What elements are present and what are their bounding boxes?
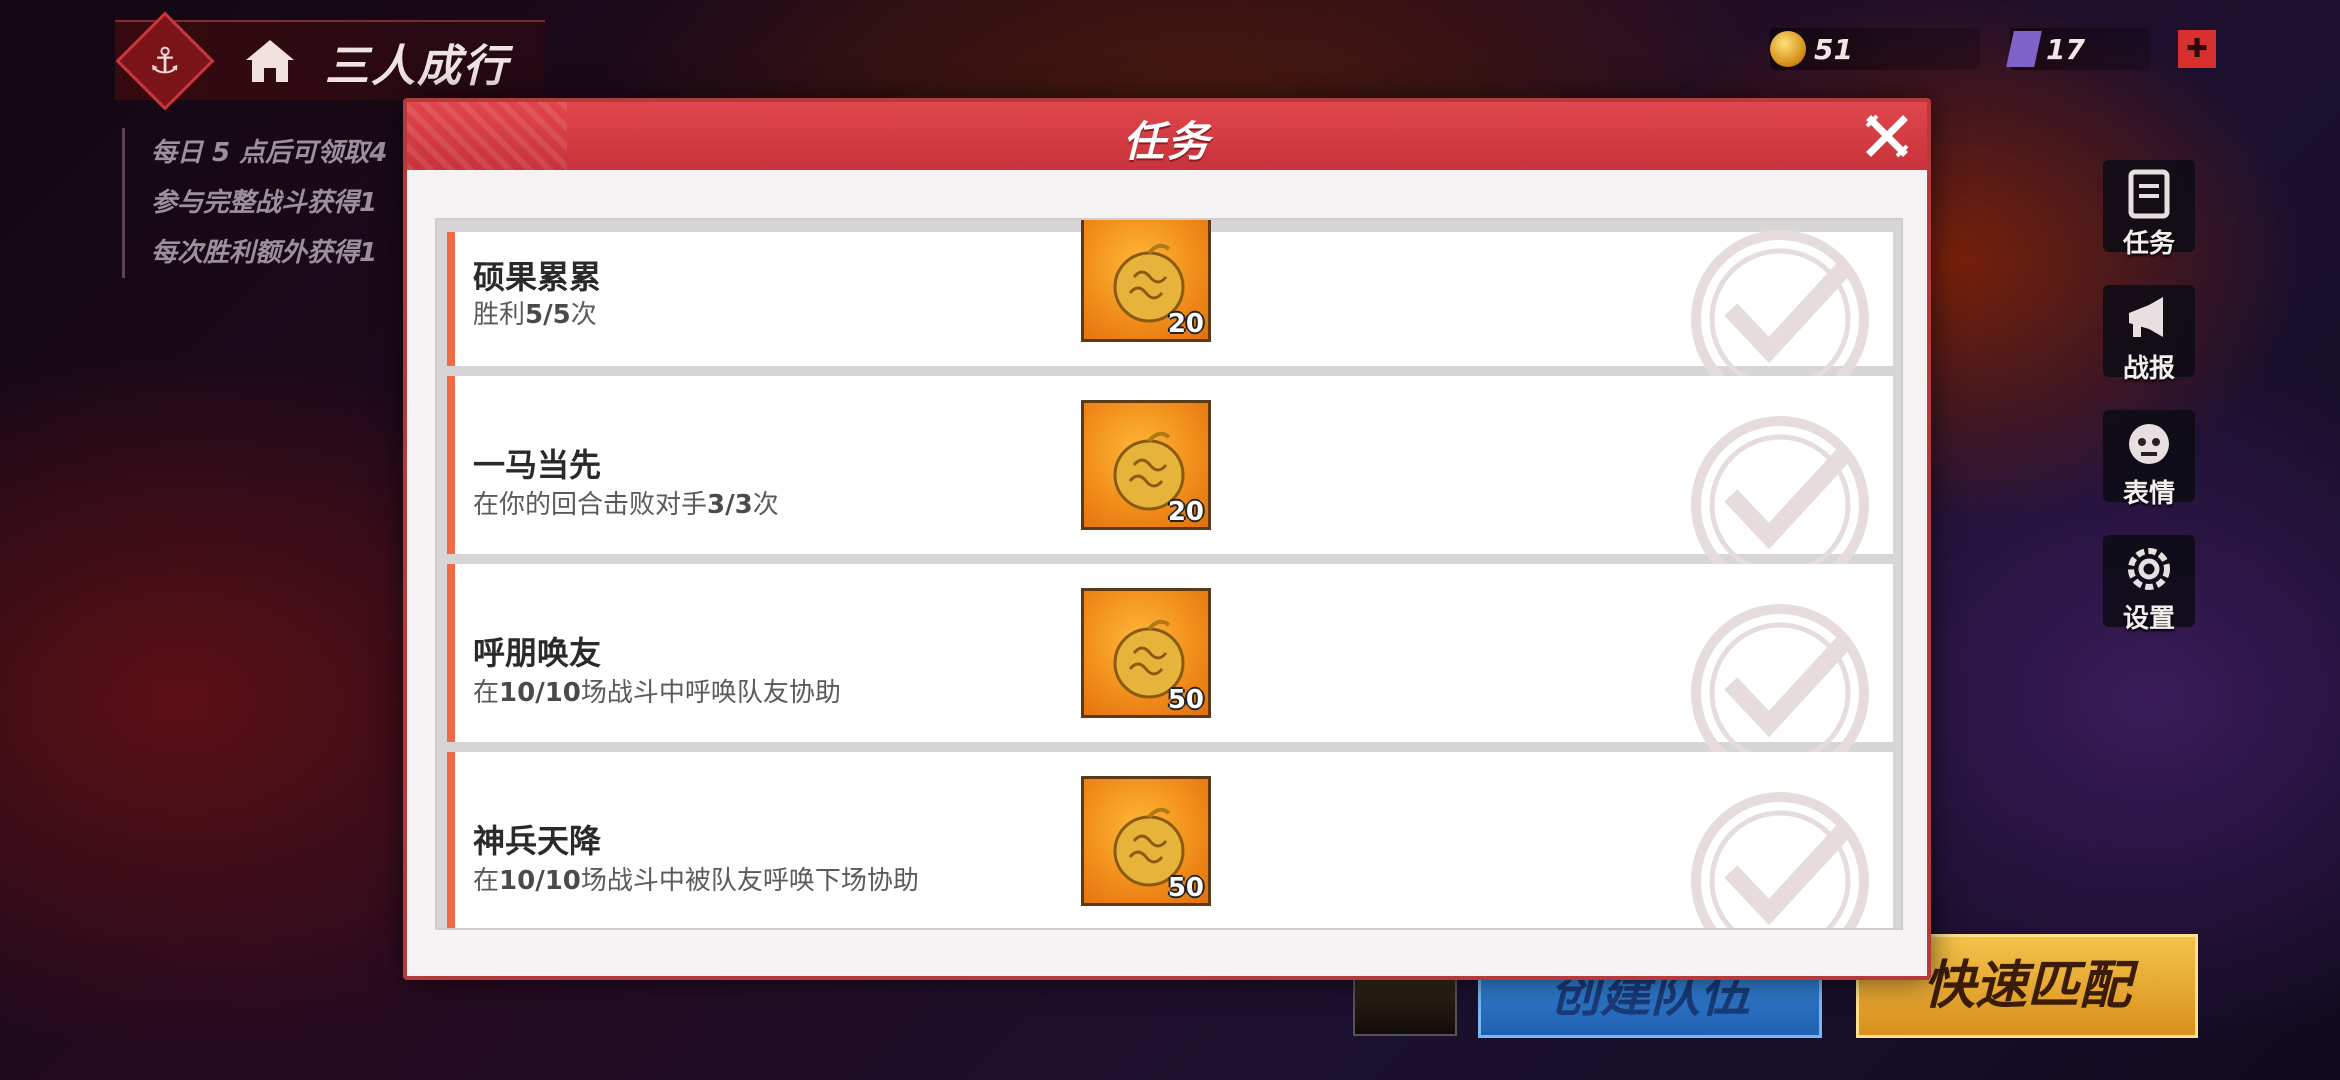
task-progress: 胜利5/5次 [473,300,597,330]
reward-quantity: 20 [1167,309,1204,339]
reward-item[interactable]: 20 [1081,400,1211,530]
mode-rules: 每日 5 点后可领取4 参与完整战斗获得1 每次胜利额外获得1 [122,128,422,278]
devil-fruit-counter[interactable]: 51 [1770,28,1980,70]
side-button-label: 设置 [2122,604,2175,634]
task-row: 一马当先 在你的回合击败对手3/3次 20 [447,376,1893,594]
guild-flag-icon[interactable]: ✚ [2178,30,2216,68]
close-icon[interactable] [1863,112,1911,160]
notebook-icon [2128,169,2170,219]
side-button-battle-report[interactable]: 战报 [2103,285,2195,384]
side-button-label: 战报 [2122,354,2175,384]
home-icon[interactable] [242,36,298,86]
devil-fruit-count: 51 [1814,32,1853,66]
modal-title: 任务 [1122,117,1211,166]
reward-quantity: 50 [1167,873,1204,903]
task-progress: 在10/10场战斗中呼唤队友协助 [473,678,841,708]
rule-line: 每日 5 点后可领取4 [151,138,388,168]
reward-quantity: 50 [1167,685,1204,715]
side-button-tasks[interactable]: 任务 [2103,160,2195,259]
side-button-settings[interactable]: 设置 [2103,535,2195,634]
emoji-skull-icon [2129,424,2169,464]
reward-quantity: 20 [1167,497,1204,527]
task-row: 硕果累累 胜利5/5次 20 [447,220,1893,408]
task-name: 呼朋唤友 [473,634,602,672]
task-row: 神兵天降 在10/10场战斗中被队友呼唤下场协助 50 [447,752,1893,928]
task-name: 一马当先 [473,446,602,484]
gem-count: 17 [2046,32,2085,66]
side-button-label: 任务 [2122,229,2175,259]
gem-counter[interactable]: 17 [2006,28,2150,70]
task-progress: 在10/10场战斗中被队友呼唤下场协助 [473,866,919,896]
completed-check-icon [1691,792,1869,928]
task-progress: 在你的回合击败对手3/3次 [473,490,779,520]
task-name: 硕果累累 [473,258,602,296]
side-button-label: 表情 [2122,479,2175,509]
mode-title: 三人成行 [325,41,509,92]
gem-icon [2006,31,2042,67]
task-row: 呼朋唤友 在10/10场战斗中呼唤队友协助 50 [447,564,1893,782]
modal-header: 任务 [407,102,1927,170]
devil-fruit-icon [1770,31,1806,67]
task-modal: 任务 硕果累累 胜利5/5次 20 一马当先 在你的回合击败对手3/3次 20 … [403,98,1931,980]
rule-line: 每次胜利额外获得1 [151,238,378,268]
gear-icon [2128,548,2170,590]
task-list[interactable]: 硕果累累 胜利5/5次 20 一马当先 在你的回合击败对手3/3次 20 呼朋唤… [435,218,1903,930]
task-name: 神兵天降 [473,822,602,860]
megaphone-icon [2129,297,2163,337]
reward-item[interactable]: 50 [1081,776,1211,906]
rule-line: 参与完整战斗获得1 [151,188,378,218]
anchor-back-icon: ⚓ [148,40,182,82]
reward-item[interactable]: 20 [1081,220,1211,342]
reward-item[interactable]: 50 [1081,588,1211,718]
side-button-emotes[interactable]: 表情 [2103,410,2195,509]
